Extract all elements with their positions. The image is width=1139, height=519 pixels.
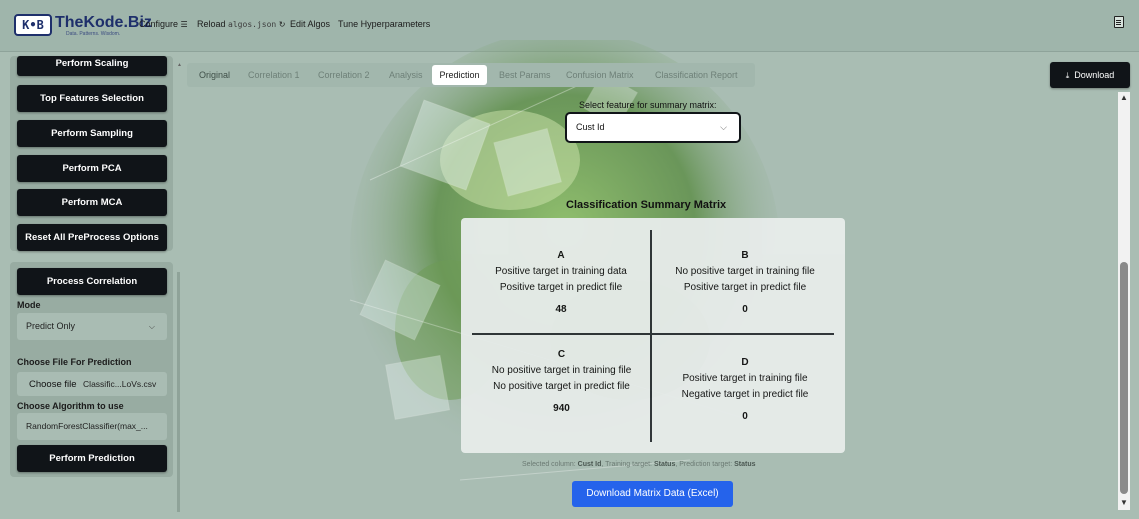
cell-line1: No positive target in training file xyxy=(675,266,815,277)
cell-line2: Positive target in predict file xyxy=(499,282,623,293)
cell-letter: B xyxy=(741,250,749,261)
document-icon[interactable] xyxy=(1114,16,1124,28)
training-prefix: Training target: xyxy=(605,461,652,468)
download-label: Download xyxy=(1074,70,1115,80)
cell-line2: No positive target in predict file xyxy=(493,381,630,392)
reset-preprocess-button[interactable]: Reset All PreProcess Options xyxy=(17,224,167,251)
cell-line1: No positive target in training file xyxy=(491,365,632,376)
tab-correlation-1[interactable]: Correlation 1 xyxy=(248,63,300,87)
chevron-down-icon: ⌵ xyxy=(148,322,155,331)
training-value: Status xyxy=(653,461,676,468)
chosen-file-name: Classific...LoVs.csv xyxy=(83,379,157,389)
sidebar-scrollbar[interactable] xyxy=(177,272,180,512)
reload-label: Reload xyxy=(197,19,226,29)
feature-select-value: Cust Id xyxy=(576,122,605,132)
logo-tagline: Data. Patterns. Wisdom. xyxy=(66,31,121,37)
reload-file: algos.json xyxy=(228,20,277,29)
cell-count: 940 xyxy=(553,403,570,414)
cell-letter: A xyxy=(557,250,565,261)
scroll-up-icon[interactable]: ▲ xyxy=(1118,93,1130,103)
perform-scaling-button[interactable]: Perform Scaling xyxy=(17,56,167,76)
cell-line1: Positive target in training data xyxy=(495,266,627,277)
tab-classification-report[interactable]: Classification Report xyxy=(655,63,738,87)
sliders-icon: ☰ xyxy=(180,20,188,29)
scroll-down-icon[interactable]: ▼ xyxy=(1118,498,1130,508)
top-features-selection-button[interactable]: Top Features Selection xyxy=(17,85,167,112)
matrix-cell-a: A Positive target in training data Posit… xyxy=(471,248,651,318)
cell-count: 0 xyxy=(742,304,748,315)
perform-sampling-button[interactable]: Perform Sampling xyxy=(17,120,167,147)
classification-summary-matrix: A Positive target in training data Posit… xyxy=(461,218,845,453)
tab-confusion-matrix[interactable]: Confusion Matrix xyxy=(566,63,634,87)
selected-prefix: Selected column: xyxy=(522,461,576,468)
cell-count: 48 xyxy=(555,304,567,315)
tab-analysis[interactable]: Analysis xyxy=(389,63,423,87)
tab-original[interactable]: Original xyxy=(199,63,230,87)
chevron-down-icon: ⌵ xyxy=(720,122,727,132)
matrix-cell-d: D Positive target in training file Negat… xyxy=(657,355,833,425)
mode-value: Predict Only xyxy=(26,321,76,331)
choose-algorithm-label: Choose Algorithm to use xyxy=(17,401,124,411)
mode-label: Mode xyxy=(17,300,41,310)
choose-file-button[interactable]: Choose file xyxy=(29,379,77,390)
matrix-cell-c: C No positive target in training file No… xyxy=(479,347,644,417)
cell-line2: Positive target in predict file xyxy=(683,282,807,293)
tab-correlation-2[interactable]: Correlation 2 xyxy=(318,63,370,87)
download-matrix-button[interactable]: Download Matrix Data (Excel) xyxy=(572,481,733,507)
feature-select[interactable]: Cust Id ⌵ xyxy=(565,112,741,143)
choose-file-label: Choose File For Prediction xyxy=(17,357,132,367)
tab-prediction[interactable]: Prediction xyxy=(432,65,487,85)
cell-count: 0 xyxy=(742,411,748,422)
prediction-value: Status xyxy=(734,461,756,468)
tab-best-params[interactable]: Best Params xyxy=(499,63,551,87)
perform-pca-button[interactable]: Perform PCA xyxy=(17,155,167,182)
perform-prediction-button[interactable]: Perform Prediction xyxy=(17,445,167,472)
matrix-footnote: Selected column: Cust Id, Training targe… xyxy=(522,461,756,468)
edit-algos-link[interactable]: Edit Algos xyxy=(290,19,330,29)
download-button[interactable]: ⤓ Download xyxy=(1050,62,1130,88)
configure-label: Configure xyxy=(139,19,179,29)
file-input[interactable]: Choose file Classific...LoVs.csv xyxy=(17,372,167,396)
matrix-cell-b: B No positive target in training file Po… xyxy=(657,248,833,318)
prediction-prefix: Prediction target: xyxy=(679,461,733,468)
mode-select[interactable]: Predict Only ⌵ xyxy=(17,313,167,340)
configure-menu[interactable]: Configure ☰ xyxy=(139,19,188,29)
tab-bar: Original Correlation 1 Correlation 2 Ana… xyxy=(187,63,755,87)
scrollbar-thumb[interactable] xyxy=(1120,262,1128,494)
cell-letter: C xyxy=(557,349,566,360)
perform-mca-button[interactable]: Perform MCA xyxy=(17,189,167,216)
cell-letter: D xyxy=(741,357,749,368)
tune-hyperparameters-link[interactable]: Tune Hyperparameters xyxy=(338,19,430,29)
feature-select-label: Select feature for summary matrix: xyxy=(579,100,717,110)
process-correlation-button[interactable]: Process Correlation xyxy=(17,268,167,295)
algorithm-value: RandomForestClassifier(max_... xyxy=(26,421,148,431)
matrix-title: Classification Summary Matrix xyxy=(566,199,727,211)
download-icon: ⤓ xyxy=(1065,71,1070,80)
logo-name: TheKode.Biz xyxy=(55,14,152,31)
algorithm-select[interactable]: RandomForestClassifier(max_... xyxy=(17,413,167,440)
matrix-divider-horizontal xyxy=(472,333,834,335)
logo-icon: K•B xyxy=(14,14,52,36)
selected-value: Cust Id xyxy=(577,461,602,468)
scroll-up-icon[interactable]: ▲ xyxy=(177,62,182,72)
cell-line2: Negative target in predict file xyxy=(681,389,809,400)
reload-button[interactable]: Reload algos.json ↻ xyxy=(197,19,285,29)
refresh-icon: ↻ xyxy=(278,20,286,29)
cell-line1: Positive target in training file xyxy=(682,373,808,384)
